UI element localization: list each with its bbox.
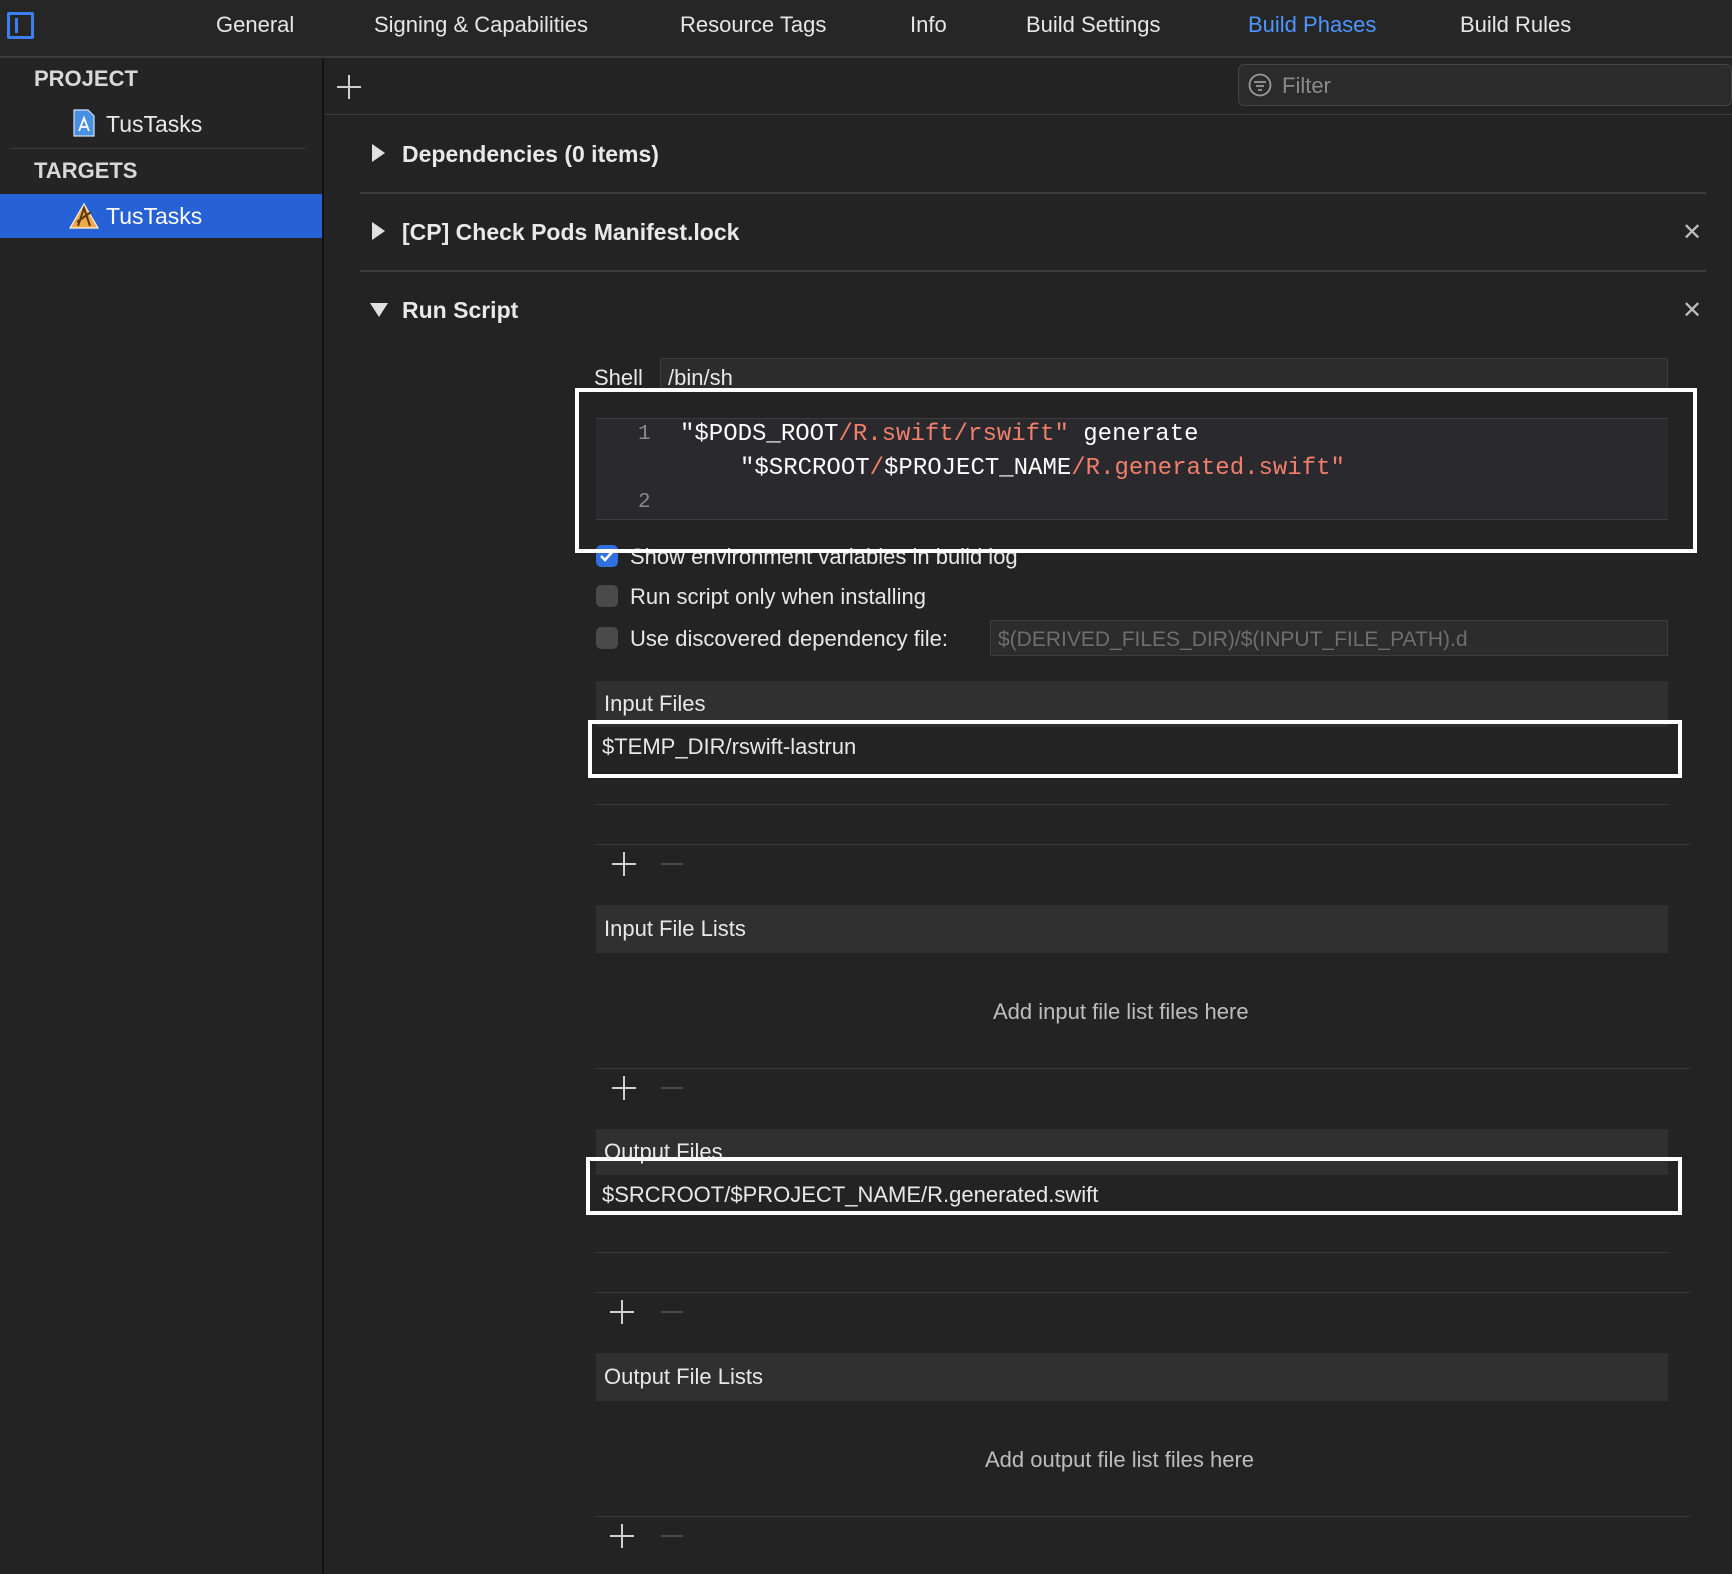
remove-input-file-minus-icon[interactable] — [661, 863, 683, 865]
add-input-file-plus-icon[interactable] — [612, 852, 636, 876]
highlight-box-input-file — [588, 720, 1682, 778]
remove-output-file-minus-icon[interactable] — [661, 1311, 683, 1313]
dependency-file-placeholder: $(DERIVED_FILES_DIR)/$(INPUT_FILE_PATH).… — [998, 628, 1468, 651]
output-file-lists-placeholder: Add output file list files here — [985, 1447, 1255, 1472]
highlight-box-output-file — [586, 1157, 1682, 1215]
sidebar-toggle-icon[interactable] — [7, 12, 34, 39]
sidebar-targets-header: TARGETS — [34, 158, 138, 183]
highlight-box-script — [575, 388, 1697, 553]
list-divider — [596, 844, 1690, 845]
tab-general[interactable]: General — [216, 12, 294, 38]
input-file-lists-header: Input File Lists — [596, 905, 1668, 953]
tab-build-rules[interactable]: Build Rules — [1460, 12, 1571, 38]
add-phase-plus-icon[interactable] — [337, 75, 361, 99]
app-target-icon — [68, 202, 100, 230]
sidebar-item-target-label: TusTasks — [106, 203, 203, 229]
disclosure-right-icon[interactable] — [372, 222, 385, 240]
sidebar-divider — [10, 148, 306, 149]
filter-icon — [1248, 73, 1272, 97]
remove-input-file-list-minus-icon[interactable] — [661, 1087, 683, 1089]
phase-check-pods[interactable]: [CP] Check Pods Manifest.lock — [402, 219, 739, 246]
remove-phase-close-icon[interactable]: ✕ — [1682, 218, 1702, 247]
sidebar-item-project[interactable]: TusTasks — [106, 111, 202, 138]
phase-dependencies[interactable]: Dependencies (0 items) — [402, 141, 659, 168]
tab-info[interactable]: Info — [910, 12, 947, 38]
tab-resource-tags[interactable]: Resource Tags — [680, 12, 826, 38]
install-only-label: Run script only when installing — [630, 584, 926, 609]
add-input-file-list-plus-icon[interactable] — [612, 1076, 636, 1100]
disclosure-down-icon[interactable] — [370, 303, 388, 317]
tab-build-phases[interactable]: Build Phases — [1248, 12, 1376, 38]
tab-signing-capabilities[interactable]: Signing & Capabilities — [374, 12, 588, 38]
filter-placeholder: Filter — [1282, 73, 1331, 98]
shell-field[interactable] — [660, 358, 1668, 392]
list-divider — [596, 1516, 1690, 1517]
remove-phase-close-icon[interactable]: ✕ — [1682, 296, 1702, 325]
dependency-file-label: Use discovered dependency file: — [630, 626, 948, 651]
sidebar — [0, 58, 324, 1574]
install-only-checkbox[interactable] — [596, 585, 618, 607]
project-file-icon — [72, 109, 96, 137]
list-divider — [596, 1252, 1668, 1253]
add-output-file-plus-icon[interactable] — [610, 1300, 634, 1324]
phase-separator — [360, 192, 1706, 194]
list-divider — [596, 1292, 1690, 1293]
tab-build-settings[interactable]: Build Settings — [1026, 12, 1161, 38]
list-divider — [596, 804, 1668, 805]
add-output-file-list-plus-icon[interactable] — [610, 1524, 634, 1548]
disclosure-right-icon[interactable] — [372, 144, 385, 162]
sidebar-project-header: PROJECT — [34, 66, 138, 91]
phase-separator — [360, 270, 1706, 272]
remove-output-file-list-minus-icon[interactable] — [661, 1535, 683, 1537]
phase-run-script[interactable]: Run Script — [402, 297, 518, 324]
output-file-lists-header: Output File Lists — [596, 1353, 1668, 1401]
dependency-file-checkbox[interactable] — [596, 627, 618, 649]
list-divider — [596, 1068, 1690, 1069]
input-file-lists-placeholder: Add input file list files here — [993, 999, 1249, 1024]
